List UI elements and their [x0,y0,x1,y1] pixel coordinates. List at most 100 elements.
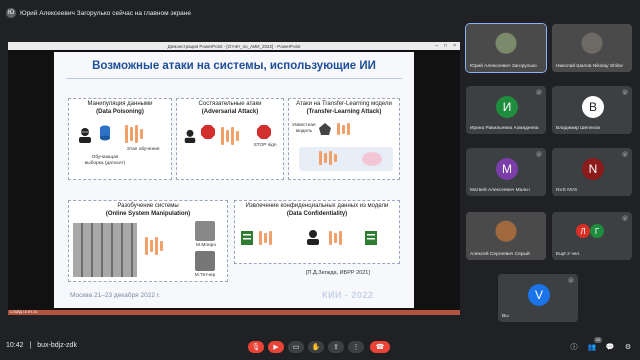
monroe-photo [195,221,215,241]
participant-name: Юрий Алексеевич Загорулько [470,64,537,69]
presentation-slide: Возможные атаки на системы, использующие… [54,52,414,308]
monroe-label: М.Монро [195,243,217,248]
participant-name: Николай Шилов Nikolay Shilov [556,64,623,69]
transfer-model-panel [299,147,393,171]
slide-footer-event: КИИ - 2022 [322,290,374,300]
face-grid-image [73,223,137,277]
mic-muted-icon: ⁄ [568,277,574,283]
participant-name: NVS NVS [556,188,578,193]
participant-tile[interactable]: ⁄ N NVS NVS [552,148,632,196]
online-manipulation-term: (Online System Manipulation) [105,210,191,217]
transfer-learning-label: Атаки на Transfer-Learning модели [296,101,392,107]
participant-name: Алексей Сергеевич Серый [470,252,530,257]
participant-name: Матвей Алексеевич Мальч [470,188,530,193]
camera-button[interactable]: ▶ [268,341,284,353]
present-icon: ⇧ [333,344,339,351]
participant-avatar: N [582,158,604,180]
stop-sign-icon [257,125,271,139]
meeting-toolbar: 10:42 | bux-bdjz-zdk 🎙 ▶ ▭ ✋ ⇧ ⋮ ☎ ⓘ 👥 💬… [0,334,640,360]
meeting-details-button[interactable]: ⓘ [568,341,580,353]
brain-icon [362,152,382,166]
online-system-manipulation-box: Разобучение системы (Online System Manipu… [68,200,228,282]
participant-tile[interactable]: ⁄ V Вы [498,274,578,322]
data-poisoning-term: (Data Poisoning) [96,108,144,115]
network-diagram [221,127,239,145]
adversarial-attack-box: Состязательные атаки (Adversarial Attack)… [176,98,284,180]
stop-sign-label: STOP sign [253,143,277,148]
participant-avatar: V [528,284,550,306]
powerpoint-window-title: Демонстрация PowerPoint - [Отчёт_по_АИИ_… [167,43,301,49]
present-button[interactable]: ⇧ [328,341,344,353]
participant-name: Ирина Равильевна Ахмадеева [470,126,539,131]
powerpoint-titlebar: Демонстрация PowerPoint - [Отчёт_по_АИИ_… [8,42,460,50]
activities-icon: ⚙ [624,344,632,351]
checklist-icon [365,231,377,245]
participant-avatar: В [582,96,604,118]
mic-muted-icon: ⁄ [622,215,628,221]
slide-counter: СЛАЙД 10 ИЗ 20 [10,310,38,314]
online-manipulation-label: Разобучение системы [117,203,179,209]
checklist-icon [241,231,253,245]
more-options-button[interactable]: ⋮ [348,341,364,353]
mic-muted-icon: ⁄ [536,89,542,95]
transfer-learning-box: Атаки на Transfer-Learning модели (Transf… [288,98,400,180]
mic-muted-icon: ⁄ [536,151,542,157]
meet-window: Ю Юрий Алексеевич Загорулько сейчас на г… [0,0,640,360]
transfer-learning-term: (Transfer-Learning Attack) [306,108,382,115]
shared-screen[interactable]: Демонстрация PowerPoint - [Отчёт_по_АИИ_… [8,42,460,315]
slide-footer-location: Москва 21–23 декабря 2022 г. [70,292,161,299]
participant-name: Владимир Шелехов [556,126,600,131]
mic-icon: 🎙 [251,344,261,351]
clock: 10:42 [6,342,24,349]
thatcher-label: М.Тетчер [194,273,216,278]
title-divider [66,78,402,79]
network-diagram [125,125,143,143]
database-icon [100,125,110,141]
chat-icon: 💬 [605,344,615,351]
hacker-icon [79,128,91,143]
slide-title: Возможные атаки на системы, использующие… [92,60,376,72]
participant-avatar: Г [590,224,604,238]
data-poisoning-label: Манипуляция данными [87,101,153,107]
captions-button[interactable]: ▭ [288,341,304,353]
close-icon[interactable]: × [453,43,456,49]
mic-muted-icon: ⁄ [622,151,628,157]
meeting-info: 10:42 | bux-bdjz-zdk [6,342,77,349]
participant-tile[interactable]: ⁄ М Матвей Алексеевич Мальч [466,148,546,196]
meeting-code: bux-bdjz-zdk [37,342,77,349]
mic-button[interactable]: 🎙 [248,341,264,353]
info-icon: ⓘ [570,344,578,351]
participant-tile[interactable]: ⁄Николай Шилов Nikolay Shilov [552,24,632,72]
raise-hand-icon: ✋ [311,344,321,351]
chat-button[interactable]: 💬 [604,341,616,353]
end-call-button[interactable]: ☎ [370,341,390,353]
presenter-banner-text: Юрий Алексеевич Загорулько сейчас на гла… [20,9,191,17]
data-confidentiality-term: (Data Confidentiality) [286,210,348,217]
maximize-icon[interactable]: □ [444,43,447,49]
hacker-icon [307,230,319,245]
participant-avatar: Л [576,224,590,238]
participant-name: Ещё 2 чел. [556,252,581,257]
known-model-label: Известная модель [292,123,316,134]
data-confidentiality-box: Извлечение конфиденциальных данных из мо… [234,200,400,264]
hacker-icon [184,129,196,143]
captions-icon: ▭ [292,344,300,351]
raise-hand-button[interactable]: ✋ [308,341,324,353]
activities-button[interactable]: ⚙ [622,341,634,353]
model-icon [319,123,331,135]
participant-tile[interactable]: ⁄Юрий Алексеевич Загорулько [465,23,547,73]
network-diagram [329,231,342,245]
minimize-icon[interactable]: – [435,43,438,49]
powerpoint-statusbar: СЛАЙД 10 ИЗ 20 [8,310,460,315]
more-icon: ⋮ [352,344,360,351]
stop-sign-icon [201,125,215,139]
participant-tile[interactable]: ⁄ Л Г Ещё 2 чел. [552,212,632,260]
participant-tile[interactable]: ⁄ И Ирина Равильевна Ахмадеева [466,86,546,134]
data-poisoning-box: Манипуляция данными (Data Poisoning) Этап… [68,98,172,180]
adversarial-attack-label: Состязательные атаки [198,101,262,107]
participants-count-badge: 11 [594,337,602,343]
mic-muted-icon: ⁄ [622,89,628,95]
data-confidentiality-label: Извлечение конфиденциальных данных из мо… [245,203,389,209]
participant-tile[interactable]: ⁄ В Владимир Шелехов [552,86,632,134]
participant-tile[interactable]: ⁄Алексей Сергеевич Серый [466,212,546,260]
